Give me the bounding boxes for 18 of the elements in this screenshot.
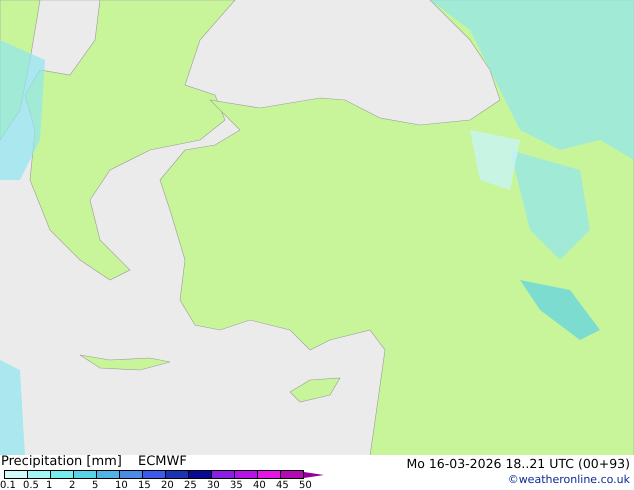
legend-tick-label: 20 [161,480,175,490]
legend-tick-label: 25 [184,480,198,490]
legend-tick-label: 5 [92,480,100,490]
legend-tick-label: 35 [230,480,244,490]
credit-link[interactable]: ©weatheronline.co.uk [508,473,630,486]
legend-tick-label: 0.5 [23,480,40,490]
legend-tick-label: 0.1 [0,480,17,490]
model-name: ECMWF [138,455,187,469]
legend-tick-label: 10 [115,480,129,490]
legend-tick-label: 45 [276,480,290,490]
legend-title: Precipitation [mm] [1,455,122,469]
valid-time: Mo 16-03-2026 18..21 UTC (00+93) [406,456,630,471]
legend-tick-label: 2 [69,480,76,490]
legend-tick-label: 40 [253,480,267,490]
legend-tick-label: 1 [46,480,54,490]
legend-tick-label: 15 [138,480,152,490]
legend-tick-label: 30 [207,480,221,490]
legend-tick-label: 50 [299,480,313,490]
